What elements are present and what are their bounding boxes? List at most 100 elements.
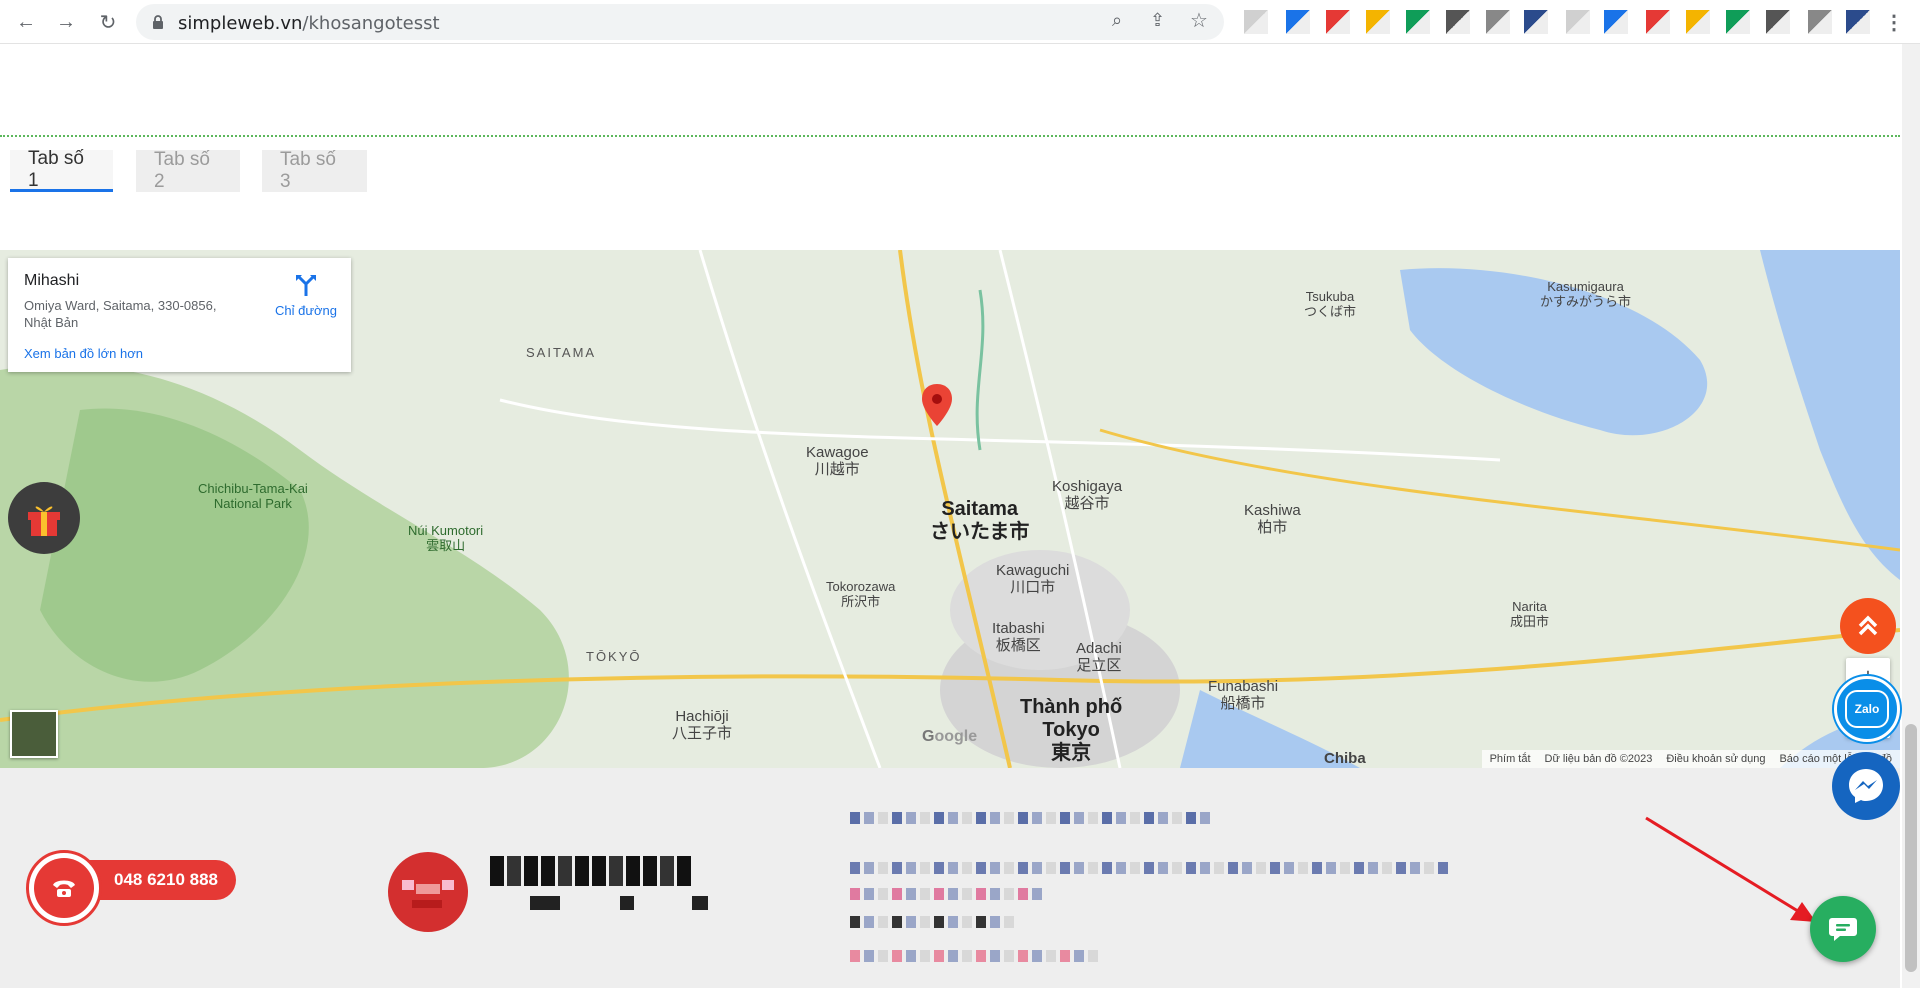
live-chat-button[interactable] xyxy=(1810,896,1876,962)
pixel-block xyxy=(850,888,860,900)
pixel-block xyxy=(1200,812,1210,824)
pixel-block xyxy=(692,896,708,910)
pixel-block xyxy=(1172,862,1182,874)
pixel-block xyxy=(1298,862,1308,874)
extension-icon[interactable] xyxy=(1244,10,1268,34)
map-label-narita: Narita 成田市 xyxy=(1510,599,1550,629)
location-pin-icon[interactable] xyxy=(922,384,952,426)
pixel-block xyxy=(878,888,888,900)
extension-icon[interactable] xyxy=(1846,10,1870,34)
forward-arrow-icon[interactable]: → xyxy=(52,8,80,36)
map-label-tokyo: Thành phố Tokyo 東京 xyxy=(1020,696,1123,764)
pixel-block xyxy=(660,856,674,886)
pixel-block xyxy=(976,950,986,962)
pixel-block xyxy=(1032,812,1042,824)
extension-icon[interactable] xyxy=(1646,10,1670,34)
bookmark-star-icon[interactable]: ☆ xyxy=(1190,8,1208,33)
pixel-block xyxy=(864,812,874,824)
extension-icon[interactable] xyxy=(1446,10,1470,34)
browser-toolbar: ← → ↻ simpleweb.vn/khosangotesst ⌕ ⇪ ☆ ⋮ xyxy=(0,0,1920,44)
pixel-block xyxy=(990,862,1000,874)
menu-kebab-icon[interactable]: ⋮ xyxy=(1880,8,1908,36)
place-info-card: Mihashi Omiya Ward, Saitama, 330-0856, N… xyxy=(8,258,351,372)
extension-icon[interactable] xyxy=(1766,10,1790,34)
extension-icon[interactable] xyxy=(1406,10,1430,34)
pixel-block xyxy=(878,862,888,874)
pixel-block xyxy=(1130,862,1140,874)
pixel-block xyxy=(575,856,589,886)
pixel-block xyxy=(878,916,888,928)
tab-1[interactable]: Tab số 1 xyxy=(10,148,113,192)
scroll-top-button[interactable] xyxy=(1840,598,1896,654)
pixel-block xyxy=(1018,862,1028,874)
pixel-block xyxy=(864,916,874,928)
pixel-block xyxy=(990,812,1000,824)
pixel-block xyxy=(962,812,972,824)
pixel-block xyxy=(850,950,860,962)
pixel-block xyxy=(864,950,874,962)
pixel-block xyxy=(934,812,944,824)
larger-map-link[interactable]: Xem bản đồ lớn hơn xyxy=(24,346,143,361)
pixel-block xyxy=(524,856,538,886)
pixel-block xyxy=(1102,812,1112,824)
pixel-block xyxy=(1032,950,1042,962)
reload-icon[interactable]: ↻ xyxy=(94,8,122,36)
map-label-tokyo-region: TŌKYŌ xyxy=(586,649,642,664)
pixel-block xyxy=(976,888,986,900)
map-label-kashiwa: Kashiwa 柏市 xyxy=(1244,502,1301,537)
messenger-button[interactable] xyxy=(1832,752,1900,820)
embedded-google-map[interactable]: Saitama さいたま市 Thành phố Tokyo 東京 Kawagoe 川越… xyxy=(0,250,1900,768)
pixel-block xyxy=(1046,862,1056,874)
tab-2[interactable]: Tab số 2 xyxy=(136,149,240,192)
pixel-block xyxy=(934,862,944,874)
pixel-block xyxy=(878,812,888,824)
pixel-block xyxy=(1214,862,1224,874)
pixel-block xyxy=(990,888,1000,900)
pixel-block xyxy=(1088,862,1098,874)
extension-icon[interactable] xyxy=(1566,10,1590,34)
tab-3[interactable]: Tab số 3 xyxy=(262,149,367,192)
pixel-block xyxy=(976,812,986,824)
pixel-block xyxy=(990,916,1000,928)
extension-icon[interactable] xyxy=(1686,10,1710,34)
gift-button[interactable] xyxy=(8,482,80,554)
pixel-block xyxy=(962,888,972,900)
scrollbar-thumb[interactable] xyxy=(1905,724,1917,972)
pixel-block xyxy=(1228,862,1238,874)
phone-ring[interactable] xyxy=(26,850,102,926)
pixel-block xyxy=(906,862,916,874)
pixel-block xyxy=(962,916,972,928)
extension-icon[interactable] xyxy=(1326,10,1350,34)
directions-button[interactable]: Chỉ đường xyxy=(266,272,346,318)
map-shortcuts-link[interactable]: Phím tắt xyxy=(1490,753,1531,765)
extension-icon[interactable] xyxy=(1808,10,1832,34)
extension-icon[interactable] xyxy=(1726,10,1750,34)
pixel-block xyxy=(1130,812,1140,824)
pixel-block xyxy=(1046,950,1056,962)
map-label-tsukuba: Tsukuba つくば市 xyxy=(1304,289,1357,319)
page-scrollbar[interactable] xyxy=(1902,44,1920,988)
extension-icon[interactable] xyxy=(1524,10,1548,34)
map-label-kawaguchi: Kawaguchi 川口市 xyxy=(996,562,1070,597)
satellite-toggle[interactable] xyxy=(10,710,58,758)
red-arrow-annotation xyxy=(1645,816,1816,922)
extension-icon[interactable] xyxy=(1486,10,1510,34)
extension-icon[interactable] xyxy=(1286,10,1310,34)
zalo-button[interactable]: Zalo xyxy=(1834,676,1900,742)
zoom-icon[interactable]: ⌕ xyxy=(1112,10,1122,31)
extension-icon[interactable] xyxy=(1366,10,1390,34)
pixel-block xyxy=(1186,812,1196,824)
map-label-kawagoe: Kawagoe 川越市 xyxy=(806,444,869,479)
address-bar[interactable]: simpleweb.vn/khosangotesst ⌕ ⇪ ☆ xyxy=(136,4,1224,40)
pixel-block xyxy=(530,896,560,910)
map-terms-link[interactable]: Điều khoản sử dụng xyxy=(1666,753,1765,765)
back-arrow-icon[interactable]: ← xyxy=(12,8,40,36)
extension-icon[interactable] xyxy=(1604,10,1628,34)
pixel-block xyxy=(1368,862,1378,874)
pixel-block xyxy=(934,950,944,962)
messenger-icon xyxy=(1849,769,1883,803)
share-icon[interactable]: ⇪ xyxy=(1150,10,1165,31)
pixel-block xyxy=(1284,862,1294,874)
pixel-block xyxy=(1382,862,1392,874)
map-label-itabashi: Itabashi 板橋区 xyxy=(992,620,1045,655)
